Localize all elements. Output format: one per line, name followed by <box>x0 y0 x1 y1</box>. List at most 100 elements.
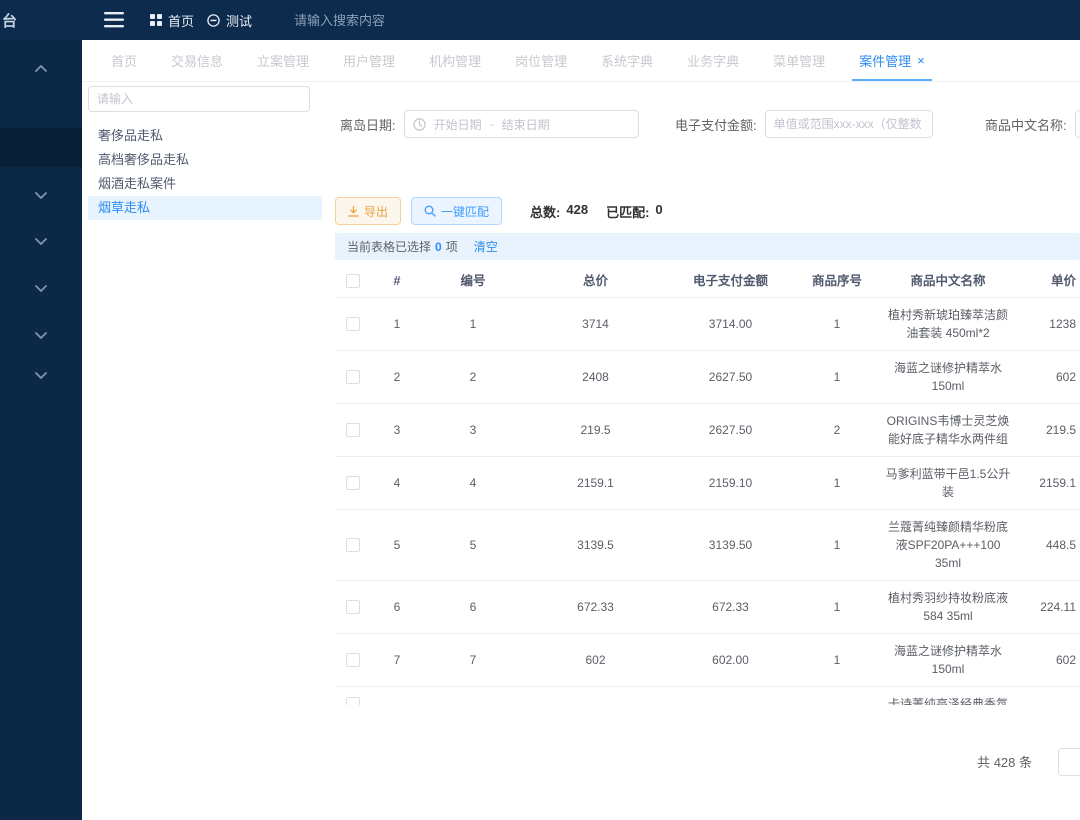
sidebar-item-5[interactable] <box>0 325 82 345</box>
product-name-filter-input[interactable] <box>1075 110 1080 138</box>
chevron-down-icon <box>35 285 47 292</box>
close-icon[interactable]: × <box>917 54 925 67</box>
clock-icon <box>413 118 426 131</box>
topnav-test-label: 测试 <box>226 11 252 30</box>
case-type-search-input[interactable] <box>88 86 310 112</box>
filter-product-name: 商品中文名称: <box>985 110 1080 138</box>
cell-seq: 1 <box>793 457 881 509</box>
search-icon <box>424 205 436 217</box>
tab-item[interactable]: 首页 <box>94 40 154 81</box>
sidebar-item-3[interactable] <box>0 231 82 251</box>
one-click-match-button[interactable]: 一键匹配 <box>411 197 502 225</box>
cell-unit: 602 <box>1015 634 1078 686</box>
amount-filter-input[interactable] <box>765 110 933 138</box>
menu-toggle-icon[interactable] <box>104 10 126 30</box>
action-row: 导出 一键匹配 总数: 428 已匹配: 0 <box>335 197 663 225</box>
sidebar-item-1[interactable] <box>0 128 82 167</box>
tab-item[interactable]: 交易信息 <box>154 40 240 81</box>
cell-seq: 1 <box>793 510 881 580</box>
cell-index: 5 <box>371 510 423 580</box>
export-button-label: 导出 <box>364 203 388 220</box>
clear-selection-link[interactable]: 清空 <box>474 238 498 255</box>
row-checkbox[interactable] <box>346 370 360 384</box>
topnav-test[interactable]: 测试 <box>207 0 252 40</box>
row-checkbox[interactable] <box>346 423 360 437</box>
tab-item[interactable]: 系统字典 <box>584 40 670 81</box>
table-row: 2224082627.501海蓝之谜修护精萃水 150ml602 <box>335 351 1080 404</box>
header-cell: 总价 <box>523 265 668 297</box>
topnav-home-label: 首页 <box>168 11 194 30</box>
cell-epay: 3714.00 <box>668 298 793 350</box>
content-area: 首页交易信息立案管理用户管理机构管理岗位管理系统字典业务字典菜单管理案件管理× … <box>82 40 1080 820</box>
tab-label: 业务字典 <box>687 51 739 70</box>
row-checkbox[interactable] <box>346 317 360 331</box>
chevron-down-icon <box>35 332 47 339</box>
row-checkbox[interactable] <box>346 697 360 705</box>
tab-item[interactable]: 案件管理× <box>842 40 942 81</box>
tab-label: 机构管理 <box>429 51 481 70</box>
record-count: 共 428 条 <box>977 752 1032 771</box>
row-checkbox-cell <box>335 457 371 509</box>
table-row: 77602602.001海蓝之谜修护精萃水 150ml602 <box>335 634 1080 687</box>
sidebar-item-0[interactable] <box>0 58 82 78</box>
date-range-picker[interactable]: 开始日期 - 结束日期 <box>404 110 639 138</box>
topnav-home[interactable]: 首页 <box>150 0 194 40</box>
row-checkbox-cell <box>335 351 371 403</box>
tab-item[interactable]: 立案管理 <box>240 40 326 81</box>
row-checkbox[interactable] <box>346 653 360 667</box>
case-type-item[interactable]: 高档奢侈品走私 <box>88 148 322 172</box>
case-type-item[interactable]: 烟草走私 <box>88 196 322 220</box>
table-header-row: #编号总价电子支付金额商品序号商品中文名称单价 <box>335 265 1080 298</box>
cell-code: 2 <box>423 351 523 403</box>
case-type-item[interactable]: 烟酒走私案件 <box>88 172 322 196</box>
select-all-checkbox[interactable] <box>346 274 360 288</box>
tab-label: 系统字典 <box>601 51 653 70</box>
table-row: 66672.33672.331植村秀羽纱持妆粉底液 584 35ml224.11 <box>335 581 1080 634</box>
tab-item[interactable]: 菜单管理 <box>756 40 842 81</box>
cell-epay: 2627.50 <box>668 404 793 456</box>
cell-epay: 3139.50 <box>668 510 793 580</box>
table-row: 442159.12159.101马爹利蓝带干邑1.5公升装2159.1 <box>335 457 1080 510</box>
cell-code: 4 <box>423 457 523 509</box>
tab-item[interactable]: 岗位管理 <box>498 40 584 81</box>
cell-index: 3 <box>371 404 423 456</box>
cell-name: 兰蔻菁纯臻颜精华粉底液SPF20PA+++100 35ml <box>881 510 1015 580</box>
cell-epay: 2627.50 <box>668 351 793 403</box>
tab-item[interactable]: 机构管理 <box>412 40 498 81</box>
selection-count: 0 <box>435 240 442 254</box>
sidebar-item-2[interactable] <box>0 185 82 205</box>
cell-index: 6 <box>371 581 423 633</box>
cell-unit: 1238 <box>1015 298 1078 350</box>
row-checkbox[interactable] <box>346 600 360 614</box>
filter-date: 离岛日期: 开始日期 - 结束日期 <box>340 110 639 138</box>
cell-name: 卡诗菁纯亮泽经典香氛 <box>881 687 1015 705</box>
cell-seq: 2 <box>793 404 881 456</box>
case-type-item[interactable]: 奢侈品走私 <box>88 124 322 148</box>
cell-name: 海蓝之谜修护精萃水 150ml <box>881 634 1015 686</box>
global-search-input[interactable] <box>294 7 494 33</box>
export-button[interactable]: 导出 <box>335 197 401 225</box>
selection-suffix: 项 <box>446 238 458 255</box>
tab-item[interactable]: 用户管理 <box>326 40 412 81</box>
header-cell: 单价 <box>1015 265 1078 297</box>
row-checkbox[interactable] <box>346 476 360 490</box>
cell-total: 2159.1 <box>523 457 668 509</box>
cell-seq <box>793 687 881 705</box>
cell-name: 植村秀羽纱持妆粉底液 584 35ml <box>881 581 1015 633</box>
cell-epay: 672.33 <box>668 581 793 633</box>
row-checkbox[interactable] <box>346 538 360 552</box>
amount-filter-label: 电子支付金额: <box>675 115 757 134</box>
chevron-up-icon <box>35 65 47 72</box>
matched-value: 0 <box>655 202 662 221</box>
cell-name: 海蓝之谜修护精萃水 150ml <box>881 351 1015 403</box>
pagination[interactable] <box>1058 748 1080 776</box>
cell-total: 3139.5 <box>523 510 668 580</box>
table-row: 33219.52627.502ORIGINS韦博士灵芝焕能好底子精华水两件组21… <box>335 404 1080 457</box>
table-row: 卡诗菁纯亮泽经典香氛 <box>335 687 1080 705</box>
tab-item[interactable]: 业务字典 <box>670 40 756 81</box>
sidebar-item-6[interactable] <box>0 365 82 385</box>
header-checkbox-cell <box>335 265 371 297</box>
sidebar-item-4[interactable] <box>0 278 82 298</box>
tab-label: 交易信息 <box>171 51 223 70</box>
app-window: 台 首页 测试 首页交易信息立案管理用户管理机构管理岗位管理系统字典业务字典菜单… <box>0 0 1080 820</box>
